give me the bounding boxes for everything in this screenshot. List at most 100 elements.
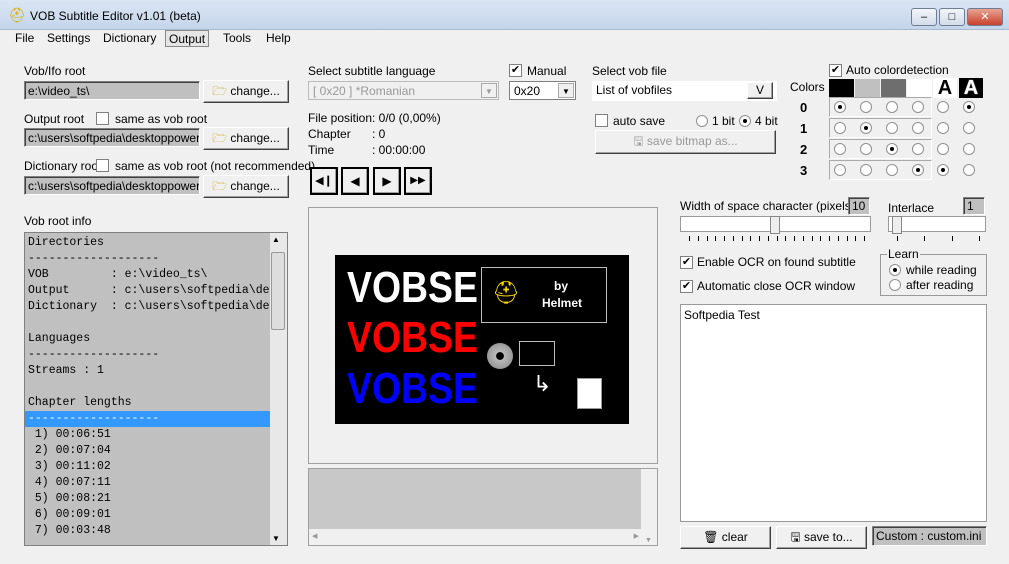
interlace-slider[interactable] (888, 216, 986, 244)
manual-stream-select[interactable]: 0x20 ▼ (509, 81, 576, 100)
slider-thumb[interactable] (770, 216, 780, 234)
vob-root-change-button[interactable]: 🗁 change... (203, 80, 289, 103)
chapter-value: : 0 (372, 127, 386, 141)
auto-colordetection-checkbox[interactable]: ✔ (829, 64, 842, 77)
space-width-slider[interactable] (680, 216, 871, 244)
button-label: change... (230, 84, 280, 98)
interlace-value: 1 (963, 197, 985, 215)
scroll-down-icon[interactable]: ▼ (272, 534, 280, 543)
color-radio[interactable] (886, 164, 898, 176)
color-radio[interactable] (912, 164, 924, 176)
chapter-label: Chapter (308, 127, 351, 141)
color-radio[interactable] (886, 122, 898, 134)
output-root-field[interactable]: c:\users\softpedia\desktoppowersc (24, 128, 200, 147)
info-line: Streams : 1 (28, 364, 104, 377)
color-radio[interactable] (912, 143, 924, 155)
color-radio[interactable] (860, 101, 872, 113)
color-radio[interactable] (963, 164, 975, 176)
clear-button[interactable]: 🗑 clear (680, 526, 771, 549)
outlined-a-icon: A (959, 78, 983, 98)
scroll-right-icon[interactable]: ▶ (634, 532, 639, 540)
menu-settings[interactable]: Settings (44, 30, 93, 47)
fast-forward-button[interactable]: ▶▶ (404, 167, 432, 195)
preview-scrollbar[interactable]: ▼ (641, 469, 657, 545)
time-value: : 00:00:00 (372, 143, 426, 157)
vob-root-field[interactable]: e:\video_ts\ (24, 81, 200, 100)
slider-tick (794, 236, 795, 241)
1bit-radio[interactable] (696, 115, 708, 127)
after-reading-radio[interactable] (889, 279, 901, 291)
slider-track[interactable] (888, 216, 986, 232)
color-radio[interactable] (912, 101, 924, 113)
manual-checkbox[interactable]: ✔ (509, 64, 522, 77)
menu-dictionary[interactable]: Dictionary (100, 30, 159, 47)
menu-output[interactable]: Output (165, 30, 210, 47)
slider-tick (759, 236, 760, 241)
maximize-button[interactable]: □ (939, 8, 965, 26)
color-swatch[interactable] (855, 79, 880, 97)
vob-root-info-list[interactable]: Directories ------------------- VOB : e:\v… (24, 232, 288, 546)
previous-button[interactable]: ◀ (341, 167, 369, 195)
info-line: 7) 00:03:48 (28, 524, 111, 537)
slider-tick (715, 236, 716, 241)
menu-file[interactable]: File (12, 30, 37, 47)
while-reading-radio[interactable] (889, 264, 901, 276)
color-radio[interactable] (963, 143, 975, 155)
minimize-button[interactable]: – (911, 8, 937, 26)
enable-ocr-checkbox[interactable]: ✔ (680, 256, 693, 269)
save-bitmap-button[interactable]: 🖫 save bitmap as... (595, 130, 776, 154)
first-button[interactable]: ◀❙ (310, 167, 338, 195)
color-row-label: 1 (800, 121, 808, 136)
color-radio[interactable] (963, 122, 975, 134)
output-same-checkbox[interactable] (96, 112, 109, 125)
scroll-up-icon[interactable]: ▲ (272, 235, 280, 244)
scroll-left-icon[interactable]: ◀ (312, 532, 317, 540)
color-radio[interactable] (834, 164, 846, 176)
vob-file-dropdown-button[interactable]: V (747, 82, 773, 99)
color-radio[interactable] (937, 122, 949, 134)
ocr-output-textarea[interactable]: Softpedia Test (680, 304, 987, 522)
color-radio[interactable] (834, 122, 846, 134)
color-radio[interactable] (912, 122, 924, 134)
subtitle-language-select[interactable]: [ 0x20 ] *Romanian ▼ (308, 81, 499, 100)
preview-hscrollbar[interactable]: ◀ ▶ (309, 529, 642, 545)
color-radio[interactable] (937, 164, 949, 176)
dictionary-same-checkbox[interactable] (96, 159, 109, 172)
color-swatch[interactable] (881, 79, 906, 97)
menu-help[interactable]: Help (263, 30, 294, 47)
vob-file-select[interactable]: List of vobfiles V (592, 81, 777, 101)
color-radio[interactable] (886, 101, 898, 113)
color-radio[interactable] (963, 101, 975, 113)
auto-close-ocr-checkbox[interactable]: ✔ (680, 280, 693, 293)
slider-thumb[interactable] (892, 216, 902, 234)
title-bar: ⛑ VOB Subtitle Editor v1.01 (beta) – □ ✕ (0, 0, 1009, 30)
auto-save-checkbox[interactable] (595, 114, 608, 127)
color-swatch[interactable] (829, 79, 854, 97)
close-button[interactable]: ✕ (967, 8, 1003, 26)
save-to-button[interactable]: 🖫 save to... (776, 526, 867, 549)
color-radio[interactable] (834, 143, 846, 155)
color-swatch[interactable] (907, 79, 932, 97)
scroll-thumb[interactable] (271, 252, 285, 330)
dictionary-root-change-button[interactable]: 🗁 change... (203, 175, 289, 198)
output-root-change-button[interactable]: 🗁 change... (203, 127, 289, 150)
subtitle-text-preview[interactable]: ▼ ◀ ▶ (308, 468, 658, 546)
4bit-radio[interactable] (739, 115, 751, 127)
next-button[interactable]: ▶ (373, 167, 401, 195)
info-line: Languages (28, 332, 91, 345)
chevron-down-icon: ▼ (481, 83, 497, 98)
dictionary-root-field[interactable]: c:\users\softpedia\desktoppowersc (24, 176, 200, 195)
color-radio[interactable] (860, 122, 872, 134)
vob-root-label: Vob/Ifo root (24, 64, 86, 78)
color-radio[interactable] (860, 164, 872, 176)
color-radio[interactable] (937, 101, 949, 113)
color-row-label: 2 (800, 142, 808, 157)
menu-tools[interactable]: Tools (220, 30, 254, 47)
color-radio[interactable] (937, 143, 949, 155)
color-radio[interactable] (834, 101, 846, 113)
color-radio[interactable] (860, 143, 872, 155)
scroll-down-icon[interactable]: ▼ (645, 537, 652, 544)
button-label: change... (230, 179, 280, 193)
color-radio[interactable] (886, 143, 898, 155)
info-scrollbar[interactable]: ▲ ▼ (270, 233, 287, 545)
